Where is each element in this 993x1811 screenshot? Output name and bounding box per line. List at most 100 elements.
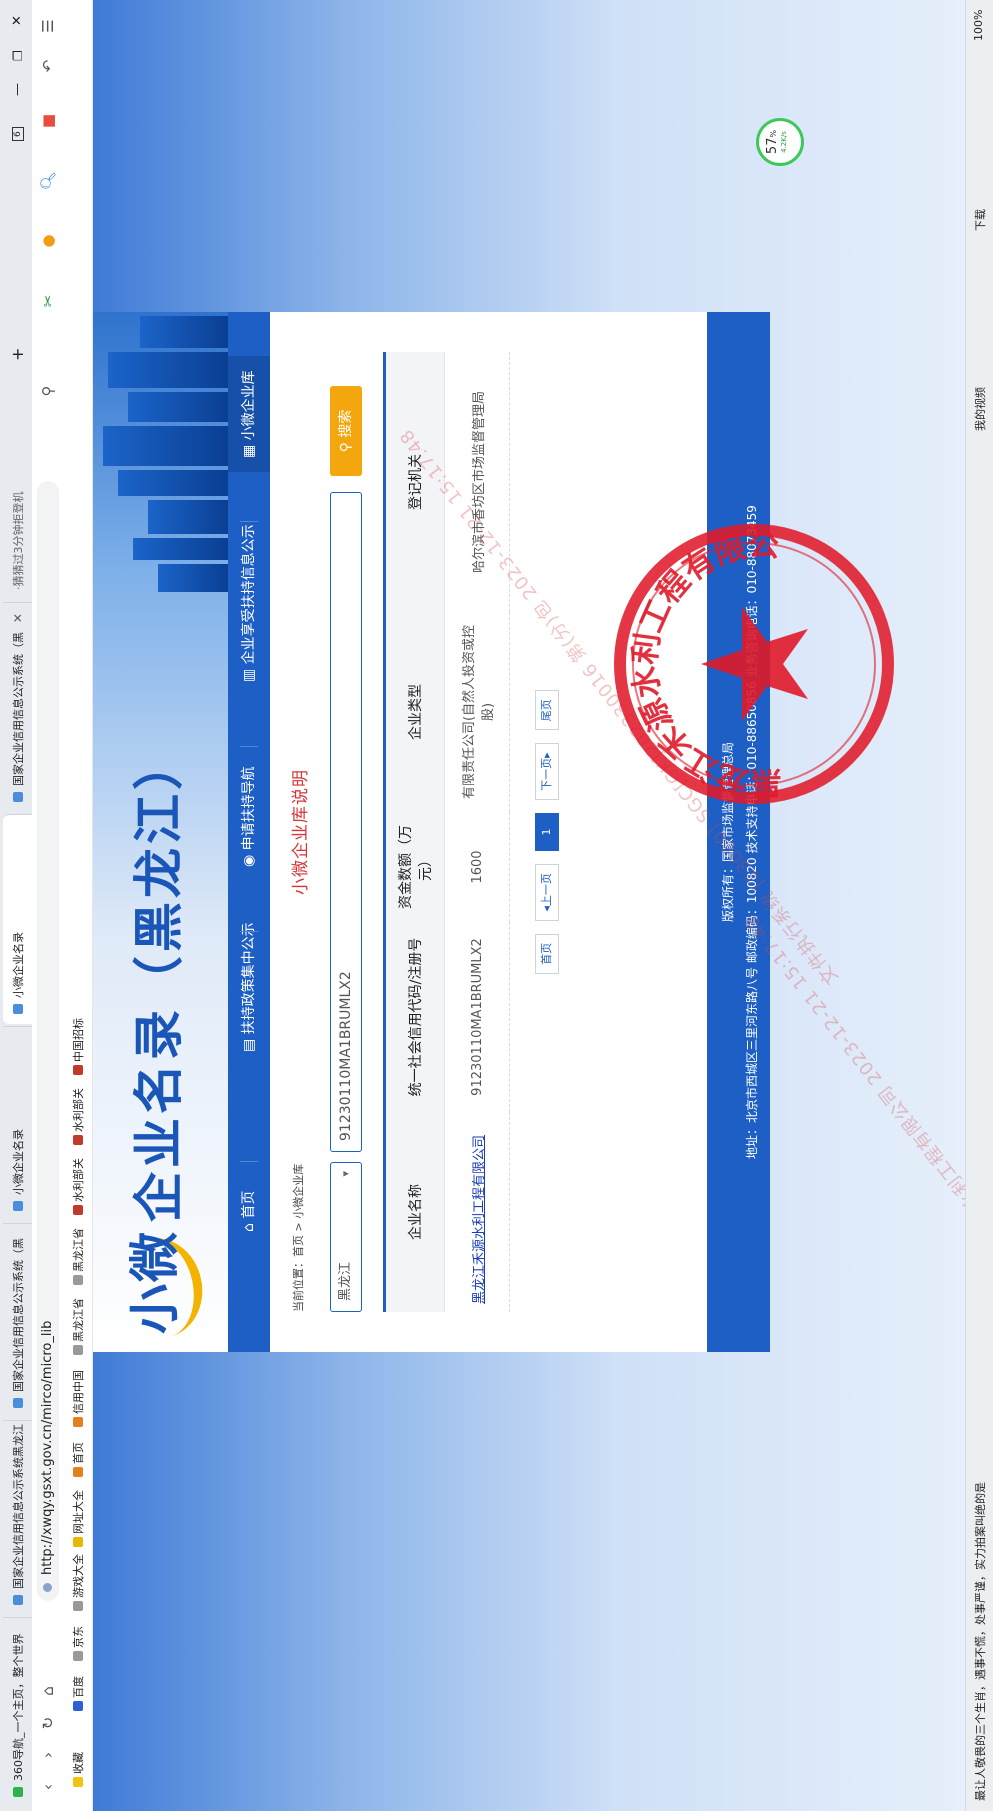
chevron-down-icon: ▾ xyxy=(339,1171,352,1177)
main-content: 小微企业库说明 当前位置：首页 > 小微企业库 黑龙江 ▾ 91230110MA… xyxy=(270,312,707,1352)
magnifier-icon[interactable]: 🔍︎ xyxy=(38,171,58,191)
tab-360-home[interactable]: 360导航_一个主页，整个世界 xyxy=(3,1617,32,1807)
tab-gsxt-3[interactable]: 国家企业信用信息公示系统（黑 ✕ xyxy=(3,602,32,812)
restore-icon[interactable]: ❐ xyxy=(3,41,32,71)
bookmark-games[interactable]: 游戏大全 xyxy=(70,1554,86,1611)
tab-gsxt-heilongjiang[interactable]: 国家企业信用信息公示系统黑龙江（ xyxy=(3,1420,32,1615)
nav-support-info[interactable]: ▥ 企业享受扶持信息公示 xyxy=(228,524,270,682)
last-page-button[interactable]: 尾页 xyxy=(535,690,559,731)
tab-micro-1[interactable]: 小微企业名录 xyxy=(3,1026,32,1221)
home-icon: ⌂ xyxy=(241,1218,257,1232)
apps-icon[interactable]: ■ xyxy=(38,111,58,131)
360-icon xyxy=(12,1787,23,1797)
gov-icon xyxy=(73,1205,83,1215)
nav-policy[interactable]: ▤ 扶持政策集中公示 xyxy=(228,922,270,1052)
next-page-button[interactable]: 下一页▸ xyxy=(535,743,559,800)
url-field[interactable]: http://xwqy.gsxt.gov.cn/mirco/micro_lib xyxy=(37,481,59,1601)
page-viewport: 小微 企业名录（黑龙江） ⌂ 首页 ▤ 扶持政策集中公示 ◉ 申请扶持导航 ▥ … xyxy=(93,0,965,1811)
nav-guide[interactable]: ◉ 申请扶持导航 xyxy=(228,766,270,867)
bookmark-heilongjiang-1[interactable]: 黑龙江省 xyxy=(70,1298,86,1355)
nav-divider xyxy=(240,746,258,747)
search-suggestion[interactable]: ·猜猜过3分钟拒登机 xyxy=(3,370,32,600)
new-tab-button[interactable]: + xyxy=(3,341,32,371)
security-icon xyxy=(43,1583,52,1592)
page-icon xyxy=(12,1398,23,1408)
tab-micro-active[interactable]: 小微企业名录 xyxy=(3,814,32,1024)
nav-micro-lib[interactable]: ▦ 小微企业库 xyxy=(228,356,270,472)
credit-code: 91230110MA1BRUMLX2 xyxy=(444,922,510,1112)
menu-icon[interactable]: ☰ xyxy=(38,16,58,36)
extension-icon[interactable]: ● xyxy=(38,231,58,251)
skyline-building xyxy=(103,426,228,466)
gov-icon xyxy=(73,1065,83,1075)
close-window-icon[interactable]: ✕ xyxy=(3,6,32,36)
nav-home[interactable]: ⌂ 首页 xyxy=(228,1191,270,1232)
bookmark-water-1[interactable]: 水利部关 xyxy=(70,1158,86,1215)
nav-icon xyxy=(73,1537,83,1547)
site-banner: 小微 企业名录（黑龙江） xyxy=(93,312,228,1352)
breadcrumb: 当前位置：首页 > 小微企业库 xyxy=(292,1163,305,1312)
gov-icon xyxy=(73,1135,83,1145)
page-icon xyxy=(73,1345,83,1355)
nav-divider xyxy=(240,521,258,522)
page-icon xyxy=(73,1601,83,1611)
back-icon[interactable]: ‹ xyxy=(38,1777,58,1797)
skyline-building xyxy=(118,470,228,496)
forward-icon[interactable]: › xyxy=(38,1745,58,1765)
credit-icon xyxy=(73,1417,83,1427)
news-ticker[interactable]: 最让人敬畏的三个生肖，遇事不慌，处事严谨，实力拍案叫绝的是 xyxy=(972,1482,988,1801)
document-icon: ▤ xyxy=(241,1034,257,1052)
home-icon[interactable]: ⌂ xyxy=(38,1681,58,1701)
tab-gsxt-2[interactable]: 国家企业信用信息公示系统（黑 xyxy=(3,1223,32,1418)
network-speed-widget[interactable]: 57% 4.2K/s xyxy=(756,118,804,166)
skyline-building xyxy=(148,500,228,534)
refresh-icon[interactable]: ↻ xyxy=(38,1713,58,1733)
watermark: 黑龙江禾源水利工程有限公司 2023-12-21 15:17:48 xyxy=(740,910,965,1289)
tab-count-badge[interactable]: 6 xyxy=(3,125,32,151)
col-company-name: 企业名称 xyxy=(384,1112,445,1312)
search-icon[interactable]: ⚲ xyxy=(38,381,58,401)
search-input[interactable]: 91230110MA1BRUMLX2 xyxy=(330,492,362,1152)
star-icon xyxy=(73,1777,83,1787)
minimize-icon[interactable]: — xyxy=(3,76,32,106)
bookmark-heilongjiang-2[interactable]: 黑龙江省 xyxy=(70,1228,86,1285)
page-number[interactable]: 1 xyxy=(535,813,559,851)
my-video-button[interactable]: 我的视频 xyxy=(972,387,988,431)
col-company-type: 企业类型 xyxy=(384,612,445,812)
skyline-building xyxy=(158,564,228,592)
company-seal: 黑龙江禾源水利工程有限公司 xyxy=(609,524,894,809)
province-select[interactable]: 黑龙江 ▾ xyxy=(330,1162,362,1312)
bookmark-favorites[interactable]: 收藏 xyxy=(70,1752,86,1787)
bookmark-jd[interactable]: 京东 xyxy=(70,1626,86,1661)
company-name-link[interactable]: 黑龙江禾源水利工程有限公司 xyxy=(444,1112,510,1312)
chevron-right-icon: ▸ xyxy=(540,752,553,758)
info-icon: ▥ xyxy=(241,664,257,682)
download-button[interactable]: 下载 xyxy=(972,209,988,231)
nav-divider xyxy=(240,931,258,932)
bookmark-nav[interactable]: 网址大全 xyxy=(70,1490,86,1547)
bookmark-home[interactable]: 首页 xyxy=(70,1442,86,1477)
company-type: 有限责任公司(自然人投资或控股) xyxy=(444,612,510,812)
first-page-button[interactable]: 首页 xyxy=(535,933,559,974)
bookmark-baidu[interactable]: 百度 xyxy=(70,1676,86,1711)
address-bar: ‹ › ↻ ⌂ http://xwqy.gsxt.gov.cn/mirco/mi… xyxy=(32,0,65,1811)
undo-icon[interactable]: ↶ xyxy=(38,56,58,76)
page-icon xyxy=(12,1595,23,1605)
page-icon xyxy=(12,792,23,802)
page-icon xyxy=(73,1651,83,1661)
bookmark-creditchina[interactable]: 信用中国 xyxy=(70,1370,86,1427)
main-nav: ⌂ 首页 ▤ 扶持政策集中公示 ◉ 申请扶持导航 ▥ 企业享受扶持信息公示 ▦ … xyxy=(228,312,270,1352)
search-button[interactable]: ⚲ 搜索 xyxy=(330,386,362,476)
compass-icon: ◉ xyxy=(241,850,257,867)
scissors-icon[interactable]: ✂ xyxy=(38,291,58,311)
bookmark-tender[interactable]: 中国招标 xyxy=(70,1018,86,1075)
close-tab-icon[interactable]: ✕ xyxy=(11,613,25,623)
bookmark-water-2[interactable]: 水利部关 xyxy=(70,1088,86,1145)
zoom-level[interactable]: 100% xyxy=(972,10,985,41)
col-credit-code: 统一社会信用代码/注册号 xyxy=(384,922,445,1112)
nav-divider xyxy=(240,1161,258,1162)
capital-amount: 1600 xyxy=(444,812,510,922)
status-bar: 最让人敬畏的三个生肖，遇事不慌，处事严谨，实力拍案叫绝的是 我的视频 下载 10… xyxy=(965,0,993,1811)
tab-bar: 360导航_一个主页，整个世界 国家企业信用信息公示系统黑龙江（ 国家企业信用信… xyxy=(0,0,33,1811)
prev-page-button[interactable]: ◂上一页 xyxy=(535,864,559,921)
